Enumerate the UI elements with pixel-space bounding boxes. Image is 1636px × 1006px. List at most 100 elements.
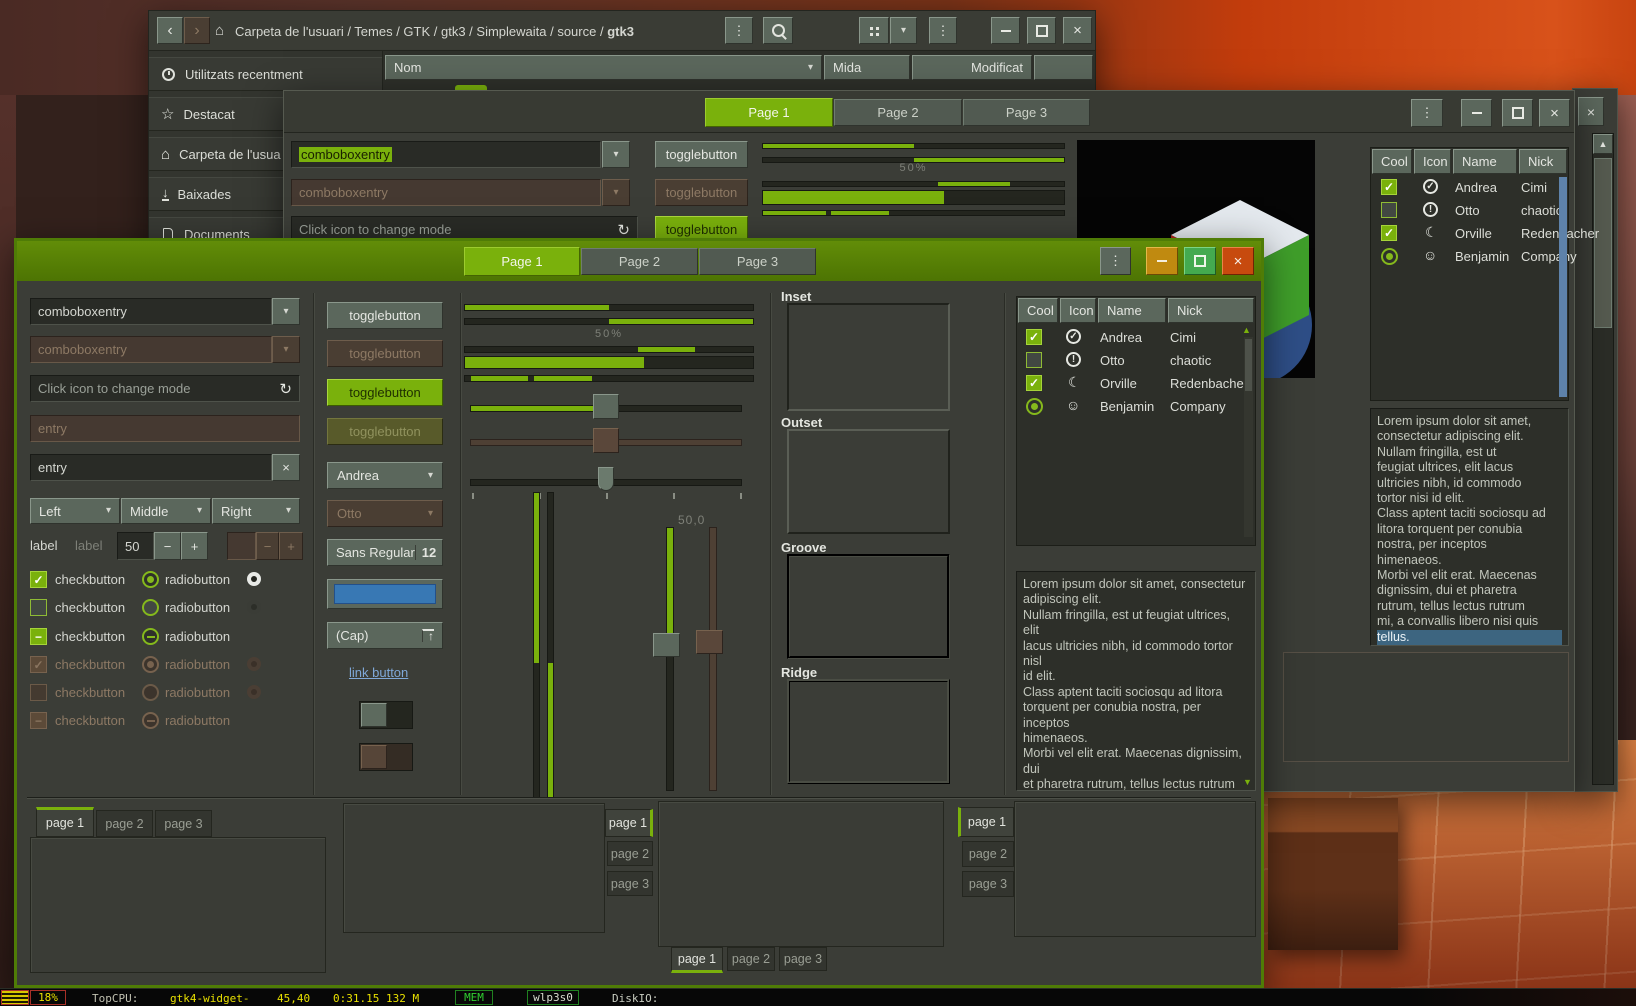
scale-marks-handle[interactable] bbox=[598, 467, 614, 491]
notebook-b-tab-page3[interactable]: page 3 bbox=[607, 871, 653, 896]
tree-nick[interactable]: chaotic bbox=[1521, 203, 1562, 218]
g3-tree-scrollbar[interactable] bbox=[1559, 177, 1567, 397]
g3-tab-page3[interactable]: Page 3 bbox=[963, 99, 1090, 126]
scale-handle[interactable] bbox=[593, 394, 619, 419]
radio-indicator[interactable] bbox=[247, 572, 261, 586]
refresh-icon[interactable]: ↻ bbox=[617, 221, 630, 239]
notebook-d-tab-page3[interactable]: page 3 bbox=[962, 871, 1014, 897]
g3-comboboxentry[interactable]: comboboxentry bbox=[291, 141, 601, 168]
g4-tree-check-1[interactable] bbox=[1026, 352, 1042, 368]
g3-tree-check-0[interactable]: ✓ bbox=[1381, 179, 1397, 195]
checkbutton-checked[interactable]: ✓ bbox=[30, 571, 47, 588]
g4-tab-page2[interactable]: Page 2 bbox=[581, 248, 698, 275]
combo-left[interactable]: Left▾ bbox=[30, 498, 120, 524]
g4-tree-check-2[interactable]: ✓ bbox=[1026, 375, 1042, 391]
radiobutton-unselected[interactable] bbox=[142, 599, 159, 616]
g3-tab-page2[interactable]: Page 2 bbox=[834, 99, 962, 126]
tree-name[interactable]: Otto bbox=[1455, 203, 1480, 218]
fm-minimize-button[interactable] bbox=[991, 17, 1020, 44]
radiobutton-selected[interactable] bbox=[142, 571, 159, 588]
sliver-close-button[interactable]: × bbox=[1578, 97, 1604, 126]
link-button[interactable]: link button bbox=[349, 665, 408, 680]
g3-minimize-button[interactable] bbox=[1461, 99, 1492, 127]
tree-nick[interactable]: Cimi bbox=[1170, 330, 1196, 345]
fm-close-button[interactable]: × bbox=[1063, 17, 1092, 44]
tree-name[interactable]: Andrea bbox=[1100, 330, 1142, 345]
tree-name[interactable]: Benjamin bbox=[1455, 249, 1509, 264]
scroll-up-button[interactable]: ▲ bbox=[1593, 134, 1613, 154]
notebook-c-tab-page1[interactable]: page 1 bbox=[671, 947, 723, 973]
g4-tree-col-name[interactable]: Name bbox=[1098, 298, 1166, 323]
spin-plus-button[interactable]: + bbox=[181, 532, 208, 560]
g3-combo-arrow[interactable]: ▾ bbox=[602, 141, 630, 168]
g3-maximize-button[interactable] bbox=[1502, 99, 1533, 127]
g4-tab-page3[interactable]: Page 3 bbox=[699, 248, 816, 275]
g4-close-button[interactable]: × bbox=[1222, 247, 1254, 275]
combobox-names[interactable]: Andrea▾ bbox=[327, 462, 443, 489]
tree-name[interactable]: Orville bbox=[1100, 376, 1137, 391]
g3-togglebutton-1[interactable]: togglebutton bbox=[655, 141, 748, 168]
tree-nick[interactable]: Redenbacher bbox=[1170, 376, 1248, 391]
g4-tree-radio-3[interactable] bbox=[1026, 398, 1043, 415]
forward-button[interactable]: › bbox=[184, 17, 210, 44]
g3-tree-col-icon[interactable]: Icon bbox=[1414, 149, 1451, 174]
notebook-d-tab-page2[interactable]: page 2 bbox=[962, 841, 1014, 867]
fm-menu-button[interactable]: ⋮ bbox=[725, 17, 753, 44]
scroll-up-icon[interactable]: ▲ bbox=[1242, 325, 1251, 335]
g4-tab-page1[interactable]: Page 1 bbox=[464, 247, 580, 276]
combo-right[interactable]: Right▾ bbox=[212, 498, 300, 524]
spin-minus-button[interactable]: − bbox=[154, 532, 181, 560]
g4-textview[interactable]: Lorem ipsum dolor sit amet, consectetur … bbox=[1016, 571, 1256, 791]
spinbutton-value[interactable]: 50 bbox=[117, 532, 154, 560]
switch-off[interactable] bbox=[359, 701, 413, 729]
togglebutton-active[interactable]: togglebutton bbox=[327, 379, 443, 406]
fm-maximize-button[interactable] bbox=[1027, 17, 1056, 44]
notebook-c-tab-page3[interactable]: page 3 bbox=[779, 947, 827, 971]
g3-tree-col-nick[interactable]: Nick bbox=[1519, 149, 1567, 174]
checkbutton-unchecked[interactable] bbox=[30, 599, 47, 616]
back-button[interactable]: ‹ bbox=[157, 17, 183, 44]
g3-menu-button[interactable]: ⋮ bbox=[1411, 99, 1443, 127]
breadcrumb-current[interactable]: gtk3 bbox=[607, 24, 634, 39]
radiobutton-indeterminate[interactable] bbox=[142, 628, 159, 645]
color-button[interactable] bbox=[327, 579, 443, 609]
g3-textview[interactable]: Lorem ipsum dolor sit amet, consectetur … bbox=[1370, 408, 1569, 646]
tree-nick[interactable]: Company bbox=[1521, 249, 1577, 264]
combo-arrow-button[interactable]: ▾ bbox=[272, 298, 300, 325]
g3-tree-radio-3[interactable] bbox=[1381, 248, 1398, 265]
togglebutton-normal[interactable]: togglebutton bbox=[327, 302, 443, 329]
g3-tree-check-1[interactable] bbox=[1381, 202, 1397, 218]
g3-tree-col-cool[interactable]: Cool bbox=[1372, 149, 1412, 174]
tree-name[interactable]: Benjamin bbox=[1100, 399, 1154, 414]
breadcrumb[interactable]: Carpeta de l'usuari / Temes / GTK / gtk3… bbox=[235, 24, 634, 39]
g3-tab-page1[interactable]: Page 1 bbox=[705, 98, 833, 127]
font-button[interactable]: Sans Regular 12 bbox=[327, 539, 443, 566]
g3-tree-check-2[interactable]: ✓ bbox=[1381, 225, 1397, 241]
g4-tree-col-nick[interactable]: Nick bbox=[1168, 298, 1254, 323]
column-header-size[interactable]: Mida bbox=[824, 55, 910, 80]
tree-name[interactable]: Otto bbox=[1100, 353, 1125, 368]
combo-middle[interactable]: Middle▾ bbox=[121, 498, 211, 524]
refresh-icon[interactable]: ↻ bbox=[279, 380, 292, 398]
notebook-a-tab-page3[interactable]: page 3 bbox=[155, 810, 212, 837]
checkbutton-indeterminate[interactable]: − bbox=[30, 628, 47, 645]
breadcrumb-path[interactable]: Carpeta de l'usuari / Temes / GTK / gtk3… bbox=[235, 24, 604, 39]
notebook-a-tab-page1[interactable]: page 1 bbox=[36, 807, 94, 837]
notebook-a-tab-page2[interactable]: page 2 bbox=[96, 810, 153, 837]
notebook-b-tab-page1[interactable]: page 1 bbox=[605, 809, 653, 837]
tree-nick[interactable]: Cimi bbox=[1521, 180, 1547, 195]
g4-tree-col-icon[interactable]: Icon bbox=[1060, 298, 1096, 323]
vertical-scale-handle[interactable] bbox=[653, 633, 680, 657]
view-options-button[interactable]: ▾ bbox=[890, 17, 917, 44]
scrollbar-thumb[interactable] bbox=[1594, 158, 1612, 328]
view-grid-button[interactable] bbox=[859, 17, 889, 44]
search-button[interactable] bbox=[763, 17, 793, 44]
g4-tree-col-cool[interactable]: Cool bbox=[1018, 298, 1058, 323]
g4-menu-button[interactable]: ⋮ bbox=[1100, 247, 1131, 275]
radio-indicator-dim[interactable] bbox=[247, 600, 261, 614]
scrollbar-thumb[interactable] bbox=[1245, 339, 1252, 391]
comboboxentry[interactable]: comboboxentry bbox=[30, 298, 272, 325]
sidebar-item-recent[interactable]: Utilitzats recentment bbox=[149, 57, 382, 91]
column-header-name[interactable]: Nom ▾ bbox=[385, 55, 822, 80]
notebook-c-tab-page2[interactable]: page 2 bbox=[727, 947, 775, 971]
